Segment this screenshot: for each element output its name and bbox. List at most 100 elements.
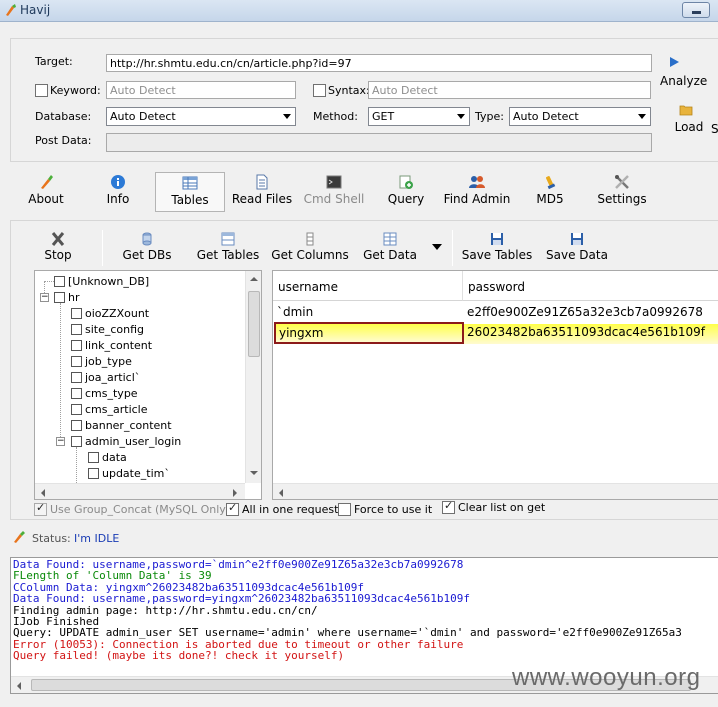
get-dbs-button[interactable]: Get DBs: [118, 232, 176, 266]
folder-icon: [679, 105, 693, 116]
type-label: Type:: [475, 110, 504, 123]
tree-node-column[interactable]: update_tim`: [88, 466, 170, 481]
scroll-left-icon[interactable]: [17, 682, 21, 690]
table-cell-password[interactable]: e2ff0e900Ze91Z65a32e3cb7a0992678: [463, 302, 718, 324]
post-data-input[interactable]: [106, 133, 652, 152]
tree-node-table[interactable]: cms_type: [71, 386, 138, 401]
tree-node-label: banner_content: [85, 419, 172, 432]
tree-node-table[interactable]: banner_content: [71, 418, 172, 433]
scroll-down-icon[interactable]: [250, 471, 258, 475]
tree-node-label: site_config: [85, 323, 145, 336]
scroll-up-icon[interactable]: [250, 277, 258, 281]
tree-node-table[interactable]: admin_user_login: [71, 434, 181, 449]
tree-expander-minus[interactable]: −: [56, 437, 65, 446]
get-tables-button[interactable]: Get Tables: [194, 232, 262, 266]
query-button[interactable]: Query: [384, 174, 428, 212]
read-files-button[interactable]: Read Files: [230, 174, 294, 212]
load-label: Load: [674, 120, 704, 134]
load-button[interactable]: Load: [672, 104, 706, 138]
tree-checkbox[interactable]: [71, 324, 82, 335]
syntax-input[interactable]: Auto Detect: [368, 81, 651, 99]
data-grid-icon: [383, 232, 397, 246]
get-data-dropdown-arrow[interactable]: [432, 244, 442, 250]
status-value: I'm IDLE: [74, 532, 120, 545]
tree-node-table[interactable]: oioZZXount: [71, 306, 149, 321]
tree-checkbox[interactable]: [54, 292, 65, 303]
tree-vertical-scrollbar[interactable]: [245, 271, 261, 483]
md5-button[interactable]: MD5: [530, 174, 570, 212]
grid-horizontal-scrollbar[interactable]: [273, 483, 718, 499]
clear-list-checkbox[interactable]: [442, 499, 455, 514]
tree-checkbox[interactable]: [54, 276, 65, 287]
save-data-button[interactable]: Save Data: [545, 232, 609, 266]
database-select[interactable]: Auto Detect: [106, 107, 296, 126]
tree-node-unknown-db[interactable]: [Unknown_DB]: [54, 274, 149, 289]
column-header-password[interactable]: password: [463, 271, 718, 301]
method-select[interactable]: GET: [368, 107, 470, 126]
tree-checkbox[interactable]: [71, 356, 82, 367]
scroll-thumb[interactable]: [248, 291, 260, 357]
document-icon: [256, 174, 268, 190]
tree-checkbox[interactable]: [71, 308, 82, 319]
cmd-shell-button[interactable]: Cmd Shell: [302, 174, 366, 212]
find-admin-button[interactable]: Find Admin: [442, 174, 512, 212]
scroll-left-icon[interactable]: [279, 489, 283, 497]
stop-button[interactable]: Stop: [40, 232, 76, 266]
database-icon: [142, 232, 152, 246]
cmd-shell-label: Cmd Shell: [303, 192, 365, 206]
tools-icon: [615, 175, 629, 189]
tree-node-table[interactable]: joa_articl`: [71, 370, 140, 385]
type-select[interactable]: Auto Detect: [509, 107, 651, 126]
tree-checkbox[interactable]: [71, 404, 82, 415]
get-data-label: Get Data: [363, 248, 417, 262]
keyword-checkbox[interactable]: [35, 84, 48, 97]
tables-label: Tables: [171, 193, 209, 207]
force-checkbox[interactable]: [338, 503, 351, 516]
table-cell-password[interactable]: 26023482ba63511093dcac4e561b109f: [463, 322, 718, 344]
syntax-checkbox[interactable]: [313, 84, 326, 97]
data-grid[interactable]: username password `dmin e2ff0e900Ze91Z65…: [272, 270, 718, 500]
floppy-disk-icon: [491, 233, 503, 245]
about-button[interactable]: About: [24, 174, 68, 212]
scroll-left-icon[interactable]: [41, 489, 45, 497]
get-columns-button[interactable]: Get Columns: [270, 232, 350, 266]
tree-expander-minus[interactable]: −: [40, 293, 49, 302]
tree-node-table[interactable]: job_type: [71, 354, 132, 369]
about-label: About: [28, 192, 64, 206]
tree-checkbox[interactable]: [71, 436, 82, 447]
use-group-concat-checkbox[interactable]: [34, 501, 47, 516]
tree-node-label: cms_article: [85, 403, 148, 416]
target-url-input[interactable]: http://hr.shmtu.edu.cn/cn/article.php?id…: [106, 54, 652, 72]
database-tree[interactable]: − − [Unknown_DB] hr oioZZXount site_conf…: [34, 270, 262, 500]
scroll-right-icon[interactable]: [233, 489, 237, 497]
save-label-partial[interactable]: S: [711, 122, 718, 136]
table-icon: [221, 232, 235, 246]
tree-node-table[interactable]: site_config: [71, 322, 144, 337]
tree-checkbox[interactable]: [71, 372, 82, 383]
chevron-down-icon: [638, 114, 646, 119]
status-label: Status:: [32, 532, 71, 545]
table-cell-username-selected[interactable]: yingxm: [274, 322, 464, 344]
minimize-button[interactable]: [682, 2, 710, 18]
tree-checkbox[interactable]: [88, 452, 99, 463]
tab-tables[interactable]: Tables: [155, 172, 225, 212]
tree-checkbox[interactable]: [71, 340, 82, 351]
tree-node-hr[interactable]: hr: [54, 290, 80, 305]
tree-horizontal-scrollbar[interactable]: [35, 483, 245, 499]
keyword-input[interactable]: Auto Detect: [106, 81, 296, 99]
tree-node-table[interactable]: cms_article: [71, 402, 148, 417]
columns-icon: [306, 232, 314, 246]
tree-node-column[interactable]: data: [88, 450, 127, 465]
tree-checkbox[interactable]: [71, 388, 82, 399]
column-header-username[interactable]: username: [273, 271, 463, 301]
get-data-button[interactable]: Get Data: [360, 232, 420, 266]
all-in-one-checkbox[interactable]: [226, 501, 239, 516]
tree-checkbox[interactable]: [88, 468, 99, 479]
table-cell-username[interactable]: `dmin: [273, 302, 463, 324]
tree-checkbox[interactable]: [71, 420, 82, 431]
settings-button[interactable]: Settings: [596, 174, 648, 212]
save-tables-button[interactable]: Save Tables: [460, 232, 534, 266]
info-button[interactable]: Info: [100, 174, 136, 212]
tree-node-table[interactable]: link_content: [71, 338, 152, 353]
analyze-button[interactable]: Analyze: [660, 56, 707, 90]
